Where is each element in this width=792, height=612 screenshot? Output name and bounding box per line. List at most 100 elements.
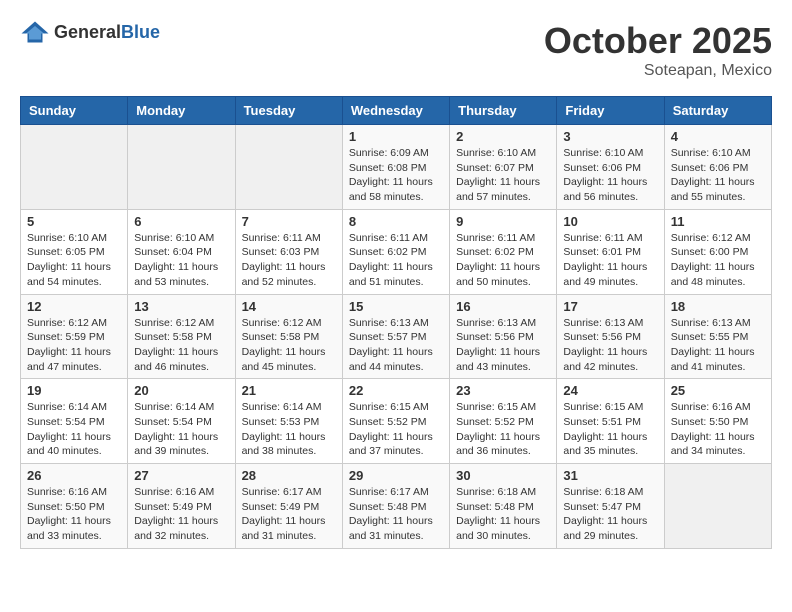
day-number: 16 bbox=[456, 299, 550, 314]
day-info: Sunrise: 6:11 AM Sunset: 6:02 PM Dayligh… bbox=[349, 231, 443, 290]
day-info: Sunrise: 6:16 AM Sunset: 5:50 PM Dayligh… bbox=[671, 400, 765, 459]
calendar-cell: 7 Sunrise: 6:11 AM Sunset: 6:03 PM Daylig… bbox=[235, 209, 342, 294]
day-number: 2 bbox=[456, 129, 550, 144]
day-info: Sunrise: 6:14 AM Sunset: 5:54 PM Dayligh… bbox=[27, 400, 121, 459]
calendar-cell: 6 Sunrise: 6:10 AM Sunset: 6:04 PM Daylig… bbox=[128, 209, 235, 294]
day-info: Sunrise: 6:10 AM Sunset: 6:05 PM Dayligh… bbox=[27, 231, 121, 290]
day-number: 7 bbox=[242, 214, 336, 229]
day-info: Sunrise: 6:09 AM Sunset: 6:08 PM Dayligh… bbox=[349, 146, 443, 205]
calendar-cell: 19 Sunrise: 6:14 AM Sunset: 5:54 PM Dayli… bbox=[21, 379, 128, 464]
calendar-cell: 18 Sunrise: 6:13 AM Sunset: 5:55 PM Dayli… bbox=[664, 294, 771, 379]
calendar-cell: 23Sunrise: 6:15 AM Sunset: 5:52 PM Dayli… bbox=[450, 379, 557, 464]
day-number: 23 bbox=[456, 383, 550, 398]
calendar-cell: 30 Sunrise: 6:18 AM Sunset: 5:48 PM Dayli… bbox=[450, 464, 557, 549]
calendar-cell: 11 Sunrise: 6:12 AM Sunset: 6:00 PM Dayli… bbox=[664, 209, 771, 294]
calendar-cell: 20Sunrise: 6:14 AM Sunset: 5:54 PM Dayli… bbox=[128, 379, 235, 464]
calendar-week-row: 19 Sunrise: 6:14 AM Sunset: 5:54 PM Dayli… bbox=[21, 379, 772, 464]
day-number: 5 bbox=[27, 214, 121, 229]
calendar-cell: 22 Sunrise: 6:15 AM Sunset: 5:52 PM Dayli… bbox=[342, 379, 449, 464]
day-of-week-header: Friday bbox=[557, 97, 664, 125]
day-number: 18 bbox=[671, 299, 765, 314]
day-info: Sunrise: 6:12 AM Sunset: 6:00 PM Dayligh… bbox=[671, 231, 765, 290]
day-info: Sunrise: 6:10 AM Sunset: 6:04 PM Dayligh… bbox=[134, 231, 228, 290]
day-number: 31 bbox=[563, 468, 657, 483]
day-number: 26 bbox=[27, 468, 121, 483]
logo: GeneralBlue bbox=[20, 20, 160, 44]
calendar-cell: 1 Sunrise: 6:09 AM Sunset: 6:08 PM Daylig… bbox=[342, 125, 449, 210]
day-number: 19 bbox=[27, 383, 121, 398]
calendar-cell: 25 Sunrise: 6:16 AM Sunset: 5:50 PM Dayli… bbox=[664, 379, 771, 464]
month-title: October 2025 bbox=[544, 20, 772, 62]
day-info: Sunrise: 6:13 AM Sunset: 5:56 PM Dayligh… bbox=[456, 316, 550, 375]
day-number: 17 bbox=[563, 299, 657, 314]
logo-icon bbox=[20, 20, 50, 44]
day-number: 30 bbox=[456, 468, 550, 483]
calendar-cell: 17 Sunrise: 6:13 AM Sunset: 5:56 PM Dayli… bbox=[557, 294, 664, 379]
day-number: 27 bbox=[134, 468, 228, 483]
calendar-cell: 16 Sunrise: 6:13 AM Sunset: 5:56 PM Dayli… bbox=[450, 294, 557, 379]
day-number: 3 bbox=[563, 129, 657, 144]
calendar-cell bbox=[21, 125, 128, 210]
calendar-cell: 14Sunrise: 6:12 AM Sunset: 5:58 PM Dayli… bbox=[235, 294, 342, 379]
day-info: Sunrise: 6:16 AM Sunset: 5:50 PM Dayligh… bbox=[27, 485, 121, 544]
calendar-header-row: SundayMondayTuesdayWednesdayThursdayFrid… bbox=[21, 97, 772, 125]
day-number: 13 bbox=[134, 299, 228, 314]
day-of-week-header: Wednesday bbox=[342, 97, 449, 125]
day-number: 1 bbox=[349, 129, 443, 144]
day-of-week-header: Saturday bbox=[664, 97, 771, 125]
day-info: Sunrise: 6:15 AM Sunset: 5:52 PM Dayligh… bbox=[349, 400, 443, 459]
calendar-cell: 24Sunrise: 6:15 AM Sunset: 5:51 PM Dayli… bbox=[557, 379, 664, 464]
day-info: Sunrise: 6:13 AM Sunset: 5:57 PM Dayligh… bbox=[349, 316, 443, 375]
day-info: Sunrise: 6:10 AM Sunset: 6:06 PM Dayligh… bbox=[671, 146, 765, 205]
day-info: Sunrise: 6:12 AM Sunset: 5:58 PM Dayligh… bbox=[134, 316, 228, 375]
calendar-cell: 4Sunrise: 6:10 AM Sunset: 6:06 PM Daylig… bbox=[664, 125, 771, 210]
day-info: Sunrise: 6:11 AM Sunset: 6:01 PM Dayligh… bbox=[563, 231, 657, 290]
calendar-cell: 12Sunrise: 6:12 AM Sunset: 5:59 PM Dayli… bbox=[21, 294, 128, 379]
calendar-cell: 21 Sunrise: 6:14 AM Sunset: 5:53 PM Dayli… bbox=[235, 379, 342, 464]
logo-text-general: General bbox=[54, 22, 121, 42]
calendar-cell: 3 Sunrise: 6:10 AM Sunset: 6:06 PM Daylig… bbox=[557, 125, 664, 210]
day-info: Sunrise: 6:13 AM Sunset: 5:55 PM Dayligh… bbox=[671, 316, 765, 375]
calendar-cell: 5 Sunrise: 6:10 AM Sunset: 6:05 PM Daylig… bbox=[21, 209, 128, 294]
day-of-week-header: Monday bbox=[128, 97, 235, 125]
day-info: Sunrise: 6:14 AM Sunset: 5:53 PM Dayligh… bbox=[242, 400, 336, 459]
day-info: Sunrise: 6:11 AM Sunset: 6:02 PM Dayligh… bbox=[456, 231, 550, 290]
day-info: Sunrise: 6:16 AM Sunset: 5:49 PM Dayligh… bbox=[134, 485, 228, 544]
day-number: 22 bbox=[349, 383, 443, 398]
day-number: 24 bbox=[563, 383, 657, 398]
day-number: 21 bbox=[242, 383, 336, 398]
calendar: SundayMondayTuesdayWednesdayThursdayFrid… bbox=[20, 96, 772, 549]
day-info: Sunrise: 6:11 AM Sunset: 6:03 PM Dayligh… bbox=[242, 231, 336, 290]
day-number: 11 bbox=[671, 214, 765, 229]
day-number: 14 bbox=[242, 299, 336, 314]
day-of-week-header: Sunday bbox=[21, 97, 128, 125]
calendar-cell: 9 Sunrise: 6:11 AM Sunset: 6:02 PM Daylig… bbox=[450, 209, 557, 294]
day-info: Sunrise: 6:18 AM Sunset: 5:48 PM Dayligh… bbox=[456, 485, 550, 544]
calendar-cell bbox=[664, 464, 771, 549]
calendar-cell bbox=[128, 125, 235, 210]
calendar-cell: 31 Sunrise: 6:18 AM Sunset: 5:47 PM Dayli… bbox=[557, 464, 664, 549]
day-info: Sunrise: 6:17 AM Sunset: 5:49 PM Dayligh… bbox=[242, 485, 336, 544]
day-number: 25 bbox=[671, 383, 765, 398]
day-of-week-header: Thursday bbox=[450, 97, 557, 125]
calendar-cell: 10 Sunrise: 6:11 AM Sunset: 6:01 PM Dayli… bbox=[557, 209, 664, 294]
day-info: Sunrise: 6:18 AM Sunset: 5:47 PM Dayligh… bbox=[563, 485, 657, 544]
calendar-cell: 29Sunrise: 6:17 AM Sunset: 5:48 PM Dayli… bbox=[342, 464, 449, 549]
day-number: 6 bbox=[134, 214, 228, 229]
calendar-cell: 13 Sunrise: 6:12 AM Sunset: 5:58 PM Dayli… bbox=[128, 294, 235, 379]
day-info: Sunrise: 6:10 AM Sunset: 6:06 PM Dayligh… bbox=[563, 146, 657, 205]
calendar-cell: 27 Sunrise: 6:16 AM Sunset: 5:49 PM Dayli… bbox=[128, 464, 235, 549]
calendar-week-row: 1 Sunrise: 6:09 AM Sunset: 6:08 PM Daylig… bbox=[21, 125, 772, 210]
calendar-cell: 26 Sunrise: 6:16 AM Sunset: 5:50 PM Dayli… bbox=[21, 464, 128, 549]
day-number: 8 bbox=[349, 214, 443, 229]
calendar-cell: 2 Sunrise: 6:10 AM Sunset: 6:07 PM Daylig… bbox=[450, 125, 557, 210]
calendar-week-row: 26 Sunrise: 6:16 AM Sunset: 5:50 PM Dayli… bbox=[21, 464, 772, 549]
title-block: October 2025 Soteapan, Mexico bbox=[544, 20, 772, 80]
logo-text-blue: Blue bbox=[121, 22, 160, 42]
day-info: Sunrise: 6:10 AM Sunset: 6:07 PM Dayligh… bbox=[456, 146, 550, 205]
day-number: 28 bbox=[242, 468, 336, 483]
day-number: 9 bbox=[456, 214, 550, 229]
calendar-cell bbox=[235, 125, 342, 210]
day-number: 10 bbox=[563, 214, 657, 229]
day-info: Sunrise: 6:13 AM Sunset: 5:56 PM Dayligh… bbox=[563, 316, 657, 375]
